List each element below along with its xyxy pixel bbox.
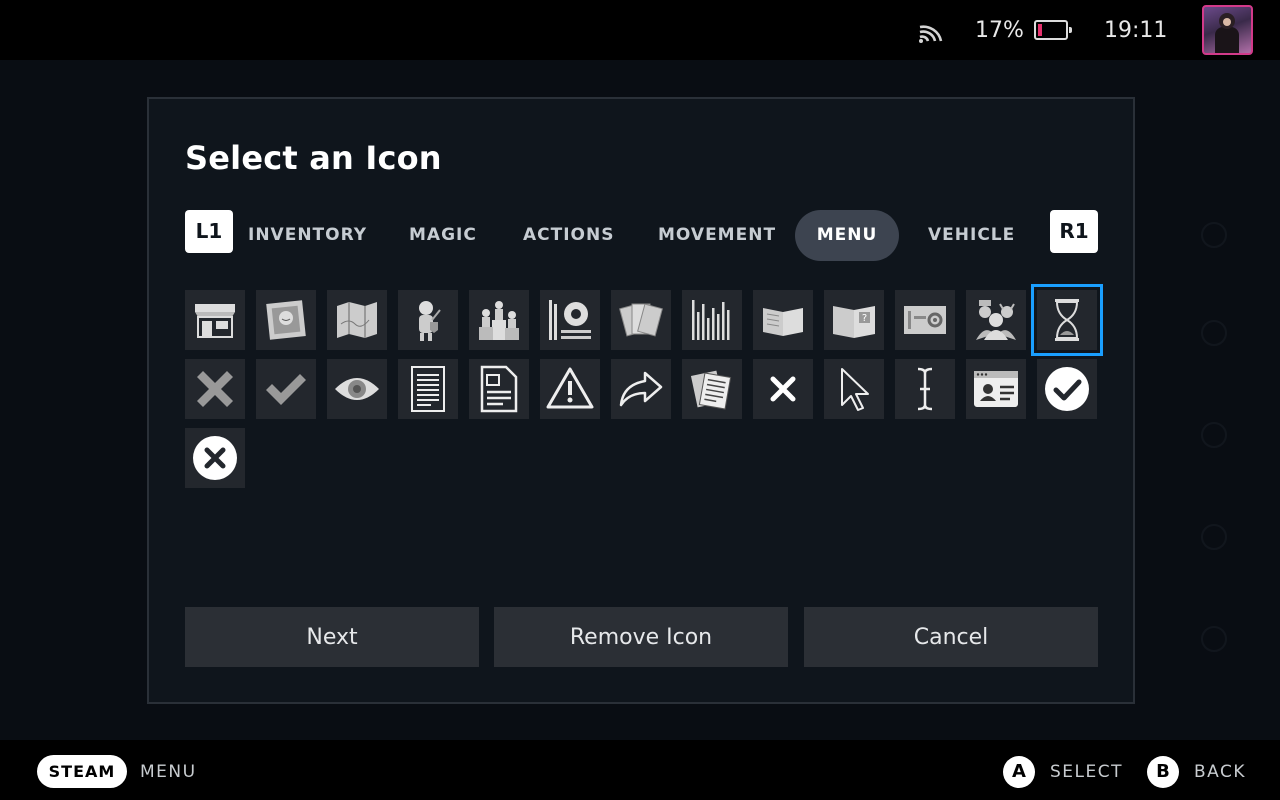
r1-button[interactable]: R1 bbox=[1050, 210, 1098, 253]
a-button-icon: A bbox=[1003, 756, 1035, 788]
tab-magic[interactable]: MAGIC bbox=[387, 210, 499, 261]
portrait-frame-icon[interactable] bbox=[256, 290, 316, 350]
tab-vehicle[interactable]: VEHICLE bbox=[906, 210, 1037, 261]
help-book-icon[interactable]: ? bbox=[824, 290, 884, 350]
check-circle-icon[interactable] bbox=[1037, 359, 1097, 419]
tab-menu[interactable]: MENU bbox=[795, 210, 899, 261]
page-icon[interactable] bbox=[469, 359, 529, 419]
b-button-icon: B bbox=[1147, 756, 1179, 788]
tab-actions[interactable]: ACTIONS bbox=[501, 210, 636, 261]
cursor-icon[interactable] bbox=[824, 359, 884, 419]
text-cursor-icon[interactable] bbox=[895, 359, 955, 419]
check-icon[interactable] bbox=[256, 359, 316, 419]
tab-inventory[interactable]: INVENTORY bbox=[226, 210, 389, 261]
svg-text:?: ? bbox=[862, 313, 867, 324]
close-icon[interactable] bbox=[753, 359, 813, 419]
menu-label: MENU bbox=[140, 762, 197, 782]
back-label[interactable]: BACK bbox=[1194, 762, 1246, 782]
party-icon[interactable] bbox=[966, 290, 1026, 350]
select-icon-dialog: Select an Icon L1 INVENTORY MAGIC ACTION… bbox=[147, 97, 1135, 704]
steam-button[interactable]: STEAM bbox=[37, 755, 127, 788]
shop-icon[interactable] bbox=[185, 290, 245, 350]
book-icon[interactable] bbox=[753, 290, 813, 350]
next-button[interactable]: Next bbox=[185, 607, 479, 667]
battery-level-fill bbox=[1038, 24, 1042, 36]
settings-panel-icon[interactable] bbox=[895, 290, 955, 350]
dialog-title: Select an Icon bbox=[185, 139, 442, 177]
cards-icon[interactable] bbox=[611, 290, 671, 350]
bars-icon[interactable] bbox=[682, 290, 742, 350]
avatar[interactable] bbox=[1202, 5, 1253, 55]
tab-movement[interactable]: MOVEMENT bbox=[636, 210, 798, 261]
papers-icon[interactable] bbox=[682, 359, 742, 419]
battery-icon bbox=[1034, 20, 1072, 40]
knight-icon[interactable] bbox=[398, 290, 458, 350]
select-label[interactable]: SELECT bbox=[1050, 762, 1123, 782]
document-icon[interactable] bbox=[398, 359, 458, 419]
status-bar: 17% 19:11 bbox=[0, 0, 1280, 60]
avatar-face bbox=[1223, 18, 1231, 26]
x-mark-icon[interactable] bbox=[185, 359, 245, 419]
map-icon[interactable] bbox=[327, 290, 387, 350]
remove-icon-button[interactable]: Remove Icon bbox=[494, 607, 788, 667]
stats-icon[interactable] bbox=[540, 290, 600, 350]
avatar-body bbox=[1215, 27, 1239, 53]
warning-icon[interactable] bbox=[540, 359, 600, 419]
eye-icon[interactable] bbox=[327, 359, 387, 419]
podium-icon[interactable] bbox=[469, 290, 529, 350]
clock: 19:11 bbox=[1104, 18, 1168, 43]
share-arrow-icon[interactable] bbox=[611, 359, 671, 419]
wifi-icon bbox=[919, 25, 943, 43]
battery-percentage: 17% bbox=[975, 18, 1024, 43]
footer-bar: STEAM MENU A SELECT B BACK bbox=[0, 740, 1280, 800]
cancel-button[interactable]: Cancel bbox=[804, 607, 1098, 667]
id-card-icon[interactable] bbox=[966, 359, 1026, 419]
x-circle-icon[interactable] bbox=[185, 428, 245, 488]
hourglass-icon[interactable] bbox=[1031, 284, 1103, 356]
